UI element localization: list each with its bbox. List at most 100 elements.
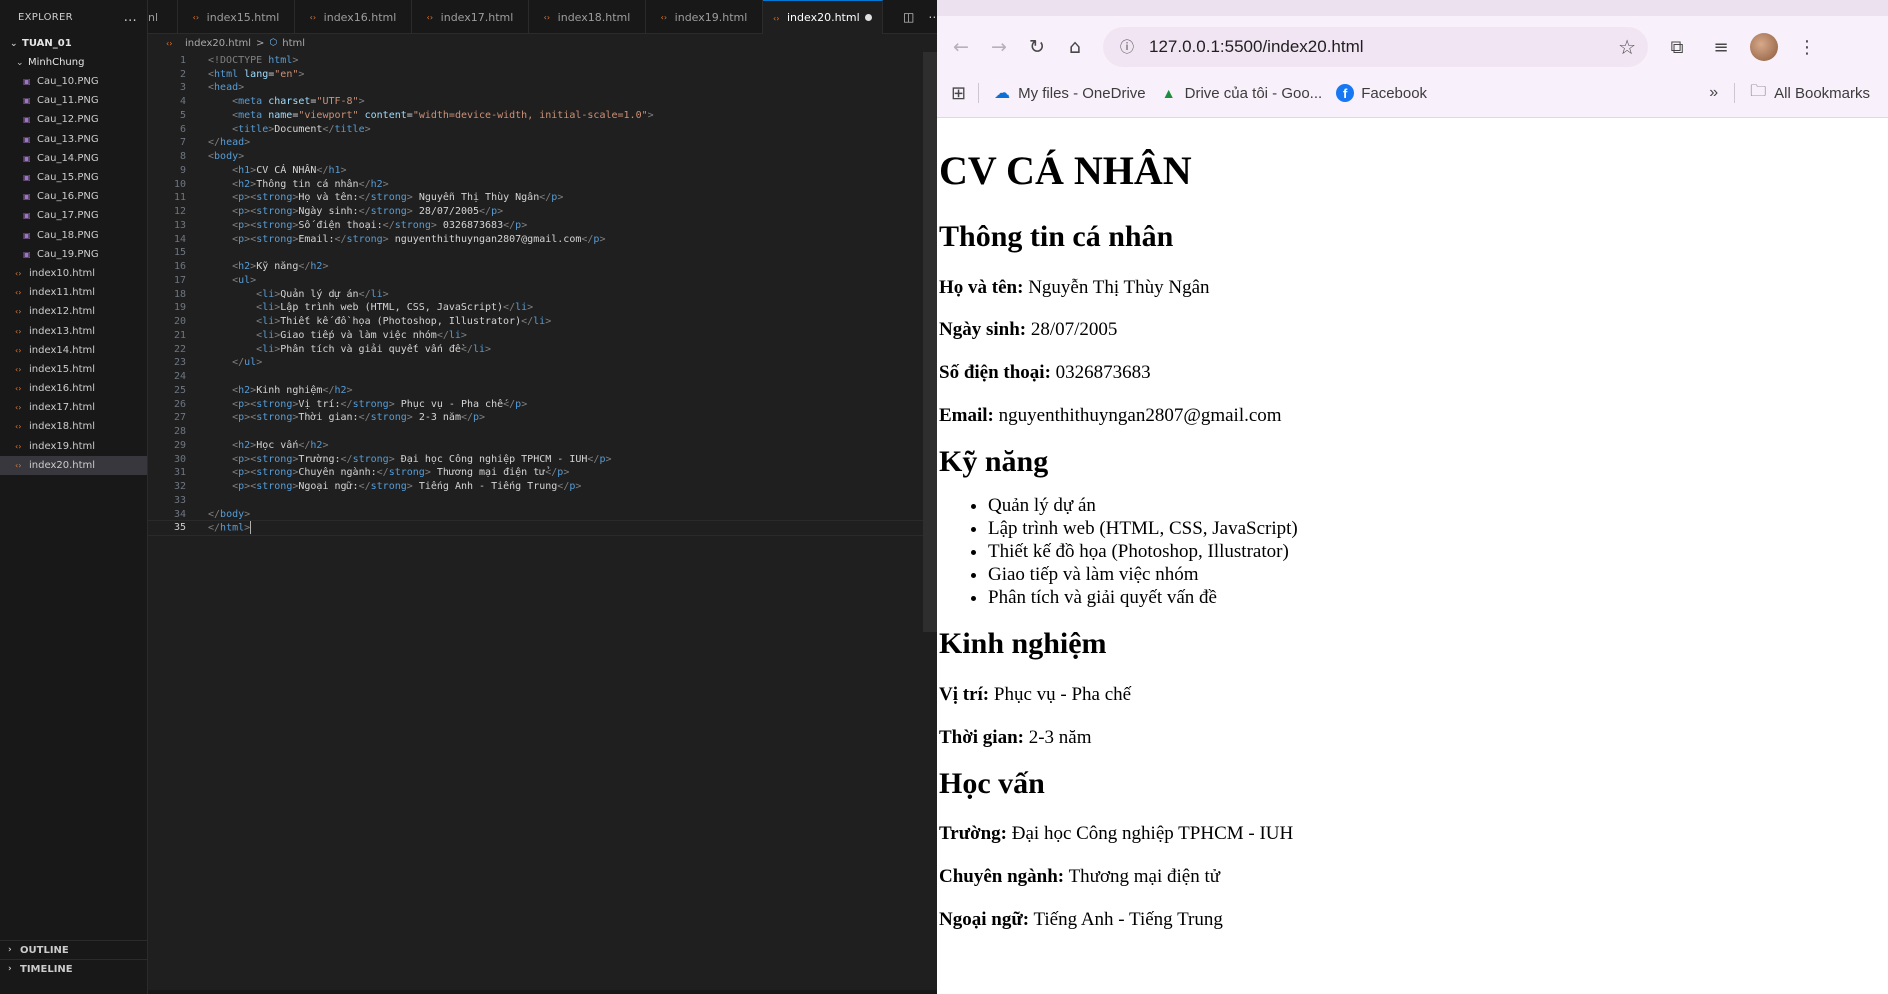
line-number: 14 <box>173 233 186 245</box>
extensions-icon[interactable]: ⧉ <box>1662 32 1692 62</box>
bookmark-onedrive[interactable]: ☁ My files - OneDrive <box>993 84 1146 103</box>
code-text: <p><strong>Vị trí:</strong> Phục vụ - Ph… <box>232 398 528 410</box>
rendered-page: CV CÁ NHÂN Thông tin cá nhân Họ và tên: … <box>937 118 1888 994</box>
browser-toolbar: ← → ↻ ⌂ ⓘ 127.0.0.1:5500/index20.html ☆ … <box>937 0 1888 118</box>
breadcrumb-symbol[interactable]: html <box>282 38 305 49</box>
file-item[interactable]: ▣ Cau_19.PNG <box>0 245 147 264</box>
file-item[interactable]: ‹› index16.html <box>0 379 147 398</box>
editor-tab[interactable]: ‹› index15.html <box>178 0 295 34</box>
line-number: 4 <box>179 96 186 107</box>
split-editor-icon[interactable]: ◫ <box>903 10 914 24</box>
apps-grid-icon[interactable]: ⊞ <box>951 83 966 104</box>
editor-scrollbar[interactable] <box>923 52 937 632</box>
menu-kebab-icon[interactable]: ⋮ <box>1792 32 1822 62</box>
line-number: 24 <box>173 371 186 382</box>
code-text: <!DOCTYPE html> <box>208 54 299 66</box>
url-text[interactable]: 127.0.0.1:5500/index20.html <box>1149 37 1618 57</box>
browser-tab-strip <box>937 0 1888 16</box>
file-item[interactable]: ‹› index20.html <box>0 455 147 475</box>
file-label: index19.html <box>29 440 96 452</box>
editor-tab[interactable]: ‹› index16.html <box>295 0 412 34</box>
all-bookmarks-button[interactable]: 🗀 All Bookmarks <box>1749 83 1870 102</box>
file-item[interactable]: ▣ Cau_16.PNG <box>0 187 147 206</box>
file-item[interactable]: ‹› index10.html <box>0 264 147 283</box>
file-item[interactable]: ‹› index11.html <box>0 283 147 302</box>
code-text: <li>Giao tiếp và làm việc nhóm</li> <box>256 329 467 341</box>
bookmark-label: My files - OneDrive <box>1018 84 1146 102</box>
file-item[interactable]: ▣ Cau_11.PNG <box>0 91 147 110</box>
more-actions-icon[interactable]: ... <box>124 10 137 25</box>
unsaved-dot-icon[interactable] <box>865 14 872 21</box>
line-number: 25 <box>173 384 186 396</box>
code-text: <li>Thiết kế đồ họa (Photoshop, Illustra… <box>256 316 552 327</box>
bookmark-google-drive[interactable]: ▲ Drive của tôi - Goo... <box>1160 84 1323 102</box>
file-item[interactable]: ▣ Cau_12.PNG <box>0 110 147 129</box>
subfolder-label: MinhChung <box>28 57 85 68</box>
file-item[interactable]: ‹› index14.html <box>0 341 147 360</box>
active-tab-label: index20.html <box>787 11 860 24</box>
file-item[interactable]: ▣ Cau_17.PNG <box>0 206 147 225</box>
code-text: <meta name="viewport" content="width=dev… <box>232 109 654 121</box>
file-item[interactable]: ▣ Cau_15.PNG <box>0 168 147 187</box>
file-item[interactable]: ‹› index18.html <box>0 417 147 436</box>
major-line: Chuyên ngành: Thương mại điện tử <box>939 866 1888 888</box>
profile-avatar[interactable] <box>1750 33 1778 61</box>
file-item[interactable]: ‹› index15.html <box>0 360 147 379</box>
section-heading-skills: Kỹ năng <box>939 444 1049 478</box>
line-number: 31 <box>173 467 186 479</box>
file-item[interactable]: ‹› index19.html <box>0 437 147 456</box>
site-info-icon[interactable]: ⓘ <box>1115 35 1139 59</box>
timeline-section[interactable]: › TIMELINE <box>0 959 148 978</box>
line-number: 35 <box>173 522 186 534</box>
code-editor[interactable]: 1 <!DOCTYPE html> 2 <html lang="en"> 3 <head>… <box>148 52 923 994</box>
breadcrumb-file[interactable]: index20.html <box>185 38 251 49</box>
editor-tab[interactable]: ‹› index17.html <box>412 0 529 34</box>
line-number: 6 <box>179 123 186 135</box>
file-label: Cau_16.PNG <box>37 191 99 203</box>
image-file-icon: ▣ <box>23 96 31 106</box>
file-item[interactable]: ▣ Cau_14.PNG <box>0 149 147 168</box>
editor-tab[interactable]: ‹› index19.html <box>646 0 763 34</box>
file-item[interactable]: ‹› index17.html <box>0 398 147 417</box>
address-bar[interactable]: ⓘ 127.0.0.1:5500/index20.html ☆ <box>1103 27 1648 67</box>
file-item[interactable]: ▣ Cau_13.PNG <box>0 130 147 149</box>
field-label: Số điện thoại: <box>939 362 1051 384</box>
more-bookmarks-icon[interactable]: » <box>1709 84 1718 102</box>
outline-section[interactable]: › OUTLINE <box>0 940 148 959</box>
field-value: Phục vụ - Pha chế <box>993 683 1132 705</box>
skill-item: Phân tích và giải quyết vấn đề <box>988 587 1888 610</box>
bookmark-facebook[interactable]: f Facebook <box>1336 84 1427 102</box>
file-item[interactable]: ▣ Cau_18.PNG <box>0 226 147 245</box>
editor-tab[interactable]: nl <box>148 0 178 34</box>
forward-icon[interactable]: → <box>985 33 1013 61</box>
browser-window: ← → ↻ ⌂ ⓘ 127.0.0.1:5500/index20.html ☆ … <box>937 0 1888 994</box>
chevron-down-icon: ⌄ <box>10 38 18 49</box>
file-label: Cau_15.PNG <box>37 172 99 184</box>
field-value: Thương mại điện tử <box>1068 865 1221 887</box>
skill-item: Giao tiếp và làm việc nhóm <box>988 564 1888 587</box>
editor-tab[interactable]: ‹› index18.html <box>529 0 646 34</box>
code-line[interactable]: 35 </html> <box>148 519 923 536</box>
file-label: Cau_18.PNG <box>37 229 99 241</box>
tab-label: index15.html <box>206 10 280 24</box>
section-heading-education: Học vấn <box>939 766 1045 800</box>
back-icon[interactable]: ← <box>947 33 975 61</box>
file-label: Cau_12.PNG <box>37 114 99 126</box>
file-label: index10.html <box>29 267 96 279</box>
reload-icon[interactable]: ↻ <box>1023 33 1051 61</box>
bookmark-star-icon[interactable]: ☆ <box>1618 35 1636 60</box>
workspace-folder[interactable]: ⌄ TUAN_01 <box>0 34 147 53</box>
media-controls-icon[interactable]: ≡ <box>1706 32 1736 62</box>
line-number: 18 <box>173 288 186 300</box>
section-heading-experience: Kinh nghiệm <box>939 627 1107 661</box>
bookmarks-bar: ⊞ ☁ My files - OneDrive ▲ Drive của tôi … <box>937 76 1888 110</box>
explorer-title: EXPLORER <box>18 11 73 23</box>
tab-index20[interactable]: ‹› index20.html <box>763 0 883 34</box>
file-item[interactable]: ▣ Cau_10.PNG <box>0 72 147 91</box>
file-item[interactable]: ‹› index12.html <box>0 302 147 321</box>
subfolder-minhchung[interactable]: ⌄ MinhChung <box>0 53 147 72</box>
file-item[interactable]: ‹› index13.html <box>0 321 147 340</box>
home-icon[interactable]: ⌂ <box>1061 33 1089 61</box>
breadcrumb: ‹› index20.html > ⬡ html <box>148 34 305 52</box>
field-value: 28/07/2005 <box>1030 319 1118 341</box>
